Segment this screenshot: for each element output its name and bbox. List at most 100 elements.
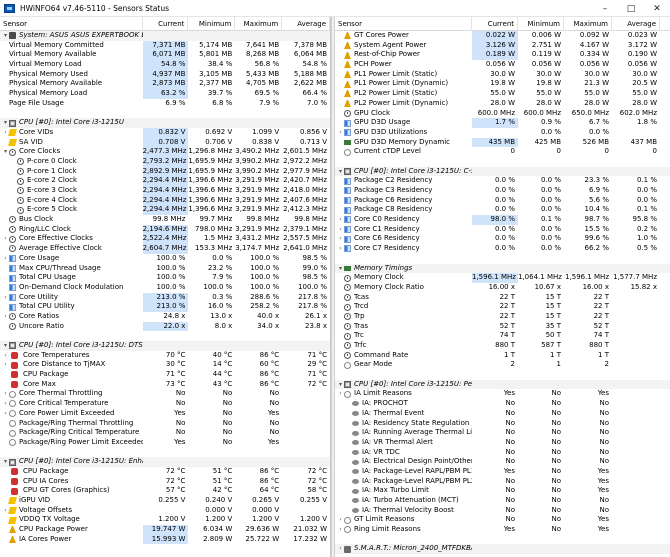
- sensor-row[interactable]: Package C6 Residency 0.0 % 0.0 % 5.6 % 0.0 %: [335, 196, 670, 206]
- col-header-maximum[interactable]: Maximum: [235, 17, 283, 31]
- sensor-row[interactable]: CPU Package 72 °C 51 °C 86 °C 72 °C: [0, 467, 330, 477]
- sensor-row[interactable]: Virtual Memory Available 6,071 MB 5,801 MB…: [0, 50, 330, 61]
- sensor-row[interactable]: › Core C0 Residency 98.0 % 0.1 % 98.7 % 95.8 …: [335, 215, 670, 225]
- chevron-right-icon[interactable]: ›: [2, 389, 9, 399]
- sensor-row[interactable]: Uncore Ratio 22.0 x 8.0 x 34.0 x 23.8 x: [0, 321, 330, 332]
- chevron-right-icon[interactable]: ›: [337, 234, 344, 244]
- chevron-right-icon[interactable]: ›: [337, 128, 344, 138]
- chevron-down-icon[interactable]: ▾: [2, 457, 9, 467]
- sensor-row[interactable]: IA: Running Average Thermal Limit No No No: [335, 428, 670, 438]
- chevron-right-icon[interactable]: ›: [2, 360, 9, 370]
- sensor-group-header[interactable]: ▾ CPU [#0]: Intel Core i3-1215U: [0, 118, 330, 128]
- col-header-current[interactable]: Current: [472, 17, 518, 31]
- sensor-pane-right[interactable]: Sensor Current Minimum Maximum Average G…: [335, 17, 670, 557]
- sensor-row[interactable]: E-core 2 Clock 2,294.4 MHz 1,396.6 MHz 3,29…: [0, 176, 330, 186]
- chevron-right-icon[interactable]: ›: [337, 215, 344, 225]
- minimize-button[interactable]: –: [592, 0, 618, 17]
- sensor-row[interactable]: Trp 22 T 15 T 22 T: [335, 312, 670, 322]
- sensor-row[interactable]: IA: Thermal Velocity Boost No No No: [335, 506, 670, 516]
- sensor-row[interactable]: IA: VR TDC No No No: [335, 448, 670, 458]
- sensor-row[interactable]: System Agent Power 3.126 W 2.751 W 4.167 W 3…: [335, 40, 670, 51]
- sensor-row[interactable]: IA: Residency State Regulation No No No: [335, 419, 670, 429]
- sensor-row[interactable]: Virtual Memory Committed 7,371 MB 5,174 MB…: [0, 40, 330, 51]
- chevron-down-icon[interactable]: ▾: [337, 167, 344, 177]
- sensor-row[interactable]: PL2 Power Limit (Dynamic) 28.0 W 28.0 W 28.…: [335, 99, 670, 109]
- sensor-group-header[interactable]: ▾ CPU [#0]: Intel Core i3-1215U: Perfor..…: [335, 379, 670, 390]
- sensor-row[interactable]: Tras 52 T 35 T 52 T: [335, 322, 670, 332]
- chevron-right-icon[interactable]: ›: [337, 244, 344, 254]
- sensor-row[interactable]: IA: Turbo Attenuation (MCT) No No No: [335, 496, 670, 506]
- sensor-row[interactable]: › Core Ratios 24.8 x 13.0 x 40.0 x 26.1 x: [0, 312, 330, 322]
- chevron-down-icon[interactable]: ▾: [2, 147, 9, 157]
- sensor-row[interactable]: IA: PROCHOT No No No: [335, 399, 670, 409]
- chevron-right-icon[interactable]: ›: [2, 312, 9, 322]
- sensor-row[interactable]: IA Cores Power 15.993 W 2.809 W 25.722 W 17.…: [0, 534, 330, 545]
- sensor-row[interactable]: Physical Memory Available 2,873 MB 2,377 M…: [0, 79, 330, 90]
- sensor-row[interactable]: Bus Clock 99.8 MHz 99.7 MHz 99.8 MHz 99.8 MH…: [0, 215, 330, 225]
- sensor-row[interactable]: Trcd 22 T 15 T 22 T: [335, 302, 670, 312]
- sensor-row[interactable]: Package/Ring Critical Temperature No No No: [0, 428, 330, 438]
- chevron-down-icon[interactable]: ▾: [2, 31, 9, 41]
- sensor-row[interactable]: Package C3 Residency 0.0 % 0.0 % 6.9 % 0.0 %: [335, 186, 670, 196]
- sensor-row[interactable]: IA: Electrical Design Point/Other (I... N…: [335, 457, 670, 467]
- col-header-minimum[interactable]: Minimum: [188, 17, 236, 31]
- sensor-row[interactable]: PCH Power 0.056 W 0.056 W 0.056 W 0.056 W: [335, 60, 670, 70]
- sensor-row[interactable]: Package/Ring Thermal Throttling No No No: [0, 419, 330, 429]
- sensor-group-header[interactable]: ▾ CPU [#0]: Intel Core i3-1215U: Enhanced: [0, 457, 330, 467]
- chevron-right-icon[interactable]: ›: [337, 515, 344, 525]
- sensor-row[interactable]: Memory Clock 1,596.1 MHz 1,064.1 MHz 1,596.…: [335, 273, 670, 283]
- sensor-row[interactable]: SA VID 0.708 V 0.706 V 0.838 V 0.713 V: [0, 137, 330, 148]
- sensor-group-header[interactable]: ▾ CPU [#0]: Intel Core i3-1215U: DTS: [0, 341, 330, 351]
- sensor-row[interactable]: › Core Critical Temperature No No No: [0, 399, 330, 409]
- col-header-average[interactable]: Average: [282, 17, 330, 31]
- sensor-row[interactable]: › GPU D3D Utilizations 0.0 % 0.0 %: [335, 128, 670, 138]
- sensor-row[interactable]: GT Cores Power 0.022 W 0.006 W 0.092 W 0.023…: [335, 31, 670, 41]
- sensor-row[interactable]: Average Effective Clock 2,604.7 MHz 153.3 …: [0, 244, 330, 254]
- sensor-row[interactable]: Core Max 73 °C 43 °C 86 °C 72 °C: [0, 380, 330, 390]
- col-header-current[interactable]: Current: [143, 17, 189, 31]
- sensor-row[interactable]: IA: Max Turbo Limit No No Yes: [335, 486, 670, 496]
- chevron-right-icon[interactable]: ›: [337, 544, 344, 554]
- sensor-row[interactable]: Rest-of-Chip Power 0.189 W 0.119 W 0.334 W 0…: [335, 50, 670, 61]
- sensor-row[interactable]: › IA Limit Reasons Yes No Yes: [335, 389, 670, 399]
- sensor-row[interactable]: Package C8 Residency 0.0 % 0.0 % 10.4 % 0.1 …: [335, 205, 670, 215]
- sensor-group-header[interactable]: ▾ System: ASUS ASUS EXPERTBOOK B150...: [0, 31, 330, 41]
- chevron-right-icon[interactable]: ›: [2, 409, 9, 419]
- sensor-row[interactable]: IA: Thermal Event No No No: [335, 409, 670, 419]
- sensor-row[interactable]: Virtual Memory Load 54.8 % 38.4 % 56.8 % 54.…: [0, 60, 330, 70]
- chevron-down-icon[interactable]: ▾: [2, 341, 9, 351]
- sensor-row[interactable]: Page File Usage 6.9 % 6.8 % 7.9 % 7.0 %: [0, 99, 330, 109]
- sensor-row[interactable]: Package/Ring Power Limit Exceeded Yes No Ye…: [0, 438, 330, 448]
- sensor-pane-left[interactable]: Sensor Current Minimum Maximum Average ▾…: [0, 17, 331, 557]
- sensor-row[interactable]: E-core 3 Clock 2,294.4 MHz 1,396.6 MHz 3,29…: [0, 186, 330, 196]
- sensor-row[interactable]: › Core VIDs 0.832 V 0.692 V 1.099 V 0.856 V: [0, 127, 330, 138]
- chevron-right-icon[interactable]: ›: [337, 389, 344, 399]
- sensor-row[interactable]: Ring/LLC Clock 2,194.6 MHz 798.0 MHz 3,291.…: [0, 224, 330, 235]
- sensor-row[interactable]: Memory Clock Ratio 16.00 x 10.67 x 16.00 x 1…: [335, 283, 670, 293]
- chevron-down-icon[interactable]: ▾: [2, 118, 9, 128]
- sensor-row[interactable]: Package C2 Residency 0.0 % 0.0 % 23.3 % 0.1 …: [335, 176, 670, 186]
- sensor-row[interactable]: › Core Power Limit Exceeded Yes No Yes: [0, 409, 330, 419]
- sensor-row[interactable]: › Core Utility 213.0 % 0.3 % 288.6 % 217.8 %: [0, 292, 330, 303]
- sensor-row[interactable]: Gear Mode 2 1 2: [335, 360, 670, 370]
- chevron-right-icon[interactable]: ›: [337, 525, 344, 535]
- col-header-maximum[interactable]: Maximum: [564, 17, 612, 31]
- sensor-group-header[interactable]: ▾ Memory Timings: [335, 263, 670, 274]
- sensor-row[interactable]: Trfc 880 T 587 T 880 T: [335, 341, 670, 351]
- sensor-row[interactable]: E-core 4 Clock 2,294.4 MHz 1,396.6 MHz 3,29…: [0, 195, 330, 206]
- sensor-row[interactable]: Command Rate 1 T 1 T 1 T: [335, 351, 670, 361]
- chevron-right-icon[interactable]: ›: [2, 351, 9, 361]
- sensor-row[interactable]: IA: Package-Level RAPL/PBM PL2,PL3 No No Ye…: [335, 477, 670, 487]
- sensor-row[interactable]: E-core 5 Clock 2,294.4 MHz 1,396.6 MHz 3,29…: [0, 205, 330, 216]
- chevron-right-icon[interactable]: ›: [337, 225, 344, 235]
- col-header-sensor[interactable]: Sensor: [0, 17, 143, 31]
- sensor-row[interactable]: P-core 1 Clock 2,892.9 MHz 1,695.9 MHz 3,99…: [0, 166, 330, 177]
- sensor-row[interactable]: IA: Package-Level RAPL/PBM PL1 Yes No Yes: [335, 467, 670, 477]
- sensor-row[interactable]: Physical Memory Load 63.2 % 39.7 % 69.5 % 66…: [0, 89, 330, 99]
- sensor-row[interactable]: VDDQ TX Voltage 1.200 V 1.200 V 1.200 V 1.20…: [0, 515, 330, 525]
- sensor-row[interactable]: PL2 Power Limit (Static) 55.0 W 55.0 W 55.0…: [335, 89, 670, 99]
- col-header-sensor[interactable]: Sensor: [335, 17, 472, 31]
- sensor-row[interactable]: › Core Thermal Throttling No No No: [0, 389, 330, 399]
- close-button[interactable]: ✕: [644, 0, 670, 17]
- sensor-row[interactable]: › Core Distance to TjMAX 30 °C 14 °C 60 °C 29…: [0, 360, 330, 370]
